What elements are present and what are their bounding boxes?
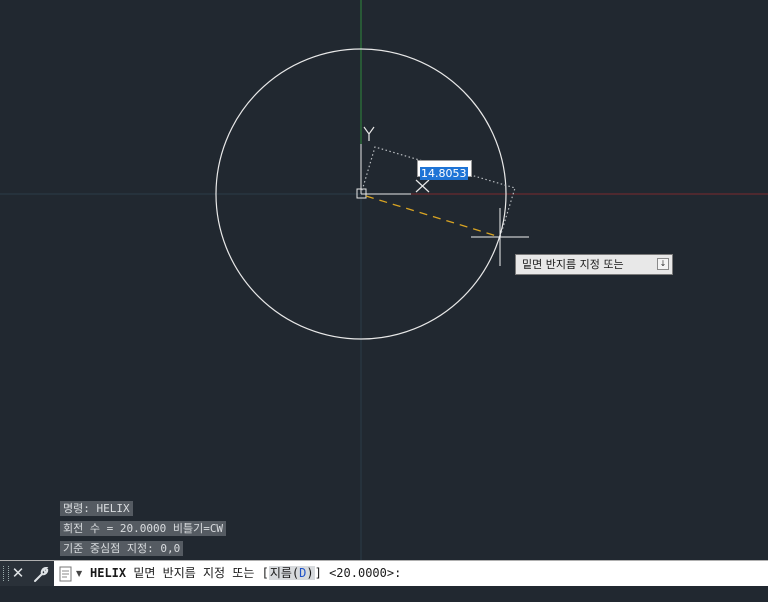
history-line: 명령: HELIX [60,501,133,516]
tooltip-text: 밑면 반지름 지정 또는 [522,258,624,271]
prompt-before: 밑면 반지름 지정 또는 [ [126,566,269,580]
dynamic-input-field[interactable]: 14.8053 [417,160,472,180]
drag-handle-icon[interactable] [3,566,9,581]
option-close: ) [306,566,314,580]
command-prompt-icon[interactable] [58,565,74,583]
dynamic-prompt-tooltip: 밑면 반지름 지정 또는 ↓ [515,254,673,275]
ucs-y-glyph [363,126,375,141]
dynamic-input-value[interactable]: 14.8053 [420,167,468,180]
drawing-canvas[interactable] [0,0,768,560]
history-line: 기준 중심점 지정: 0,0 [60,541,184,556]
chevron-down-icon[interactable]: ▼ [76,565,82,583]
down-arrow-icon[interactable]: ↓ [657,258,669,270]
ucs-x-glyph [415,179,430,193]
wrench-icon[interactable] [32,565,50,583]
command-line-bar[interactable]: ✕ ▼ HELIX 밑면 반지름 지정 또는 [지름(D)] <20.0000>… [0,560,768,586]
command-prompt-text[interactable]: HELIX 밑면 반지름 지정 또는 [지름(D)] <20.0000>: [90,561,401,586]
prompt-after: ] <20.0000>: [314,566,402,580]
close-icon[interactable]: ✕ [11,563,25,583]
command-line-controls: ✕ [0,561,54,586]
command-name: HELIX [90,566,127,580]
radius-rubber-band [365,195,501,238]
history-line: 회전 수 = 20.0000 비틀기=CW [60,521,227,536]
drawing-viewport[interactable]: 14.8053 밑면 반지름 지정 또는 ↓ 명령: HELIX 회전 수 = … [0,0,768,560]
option-label: 지름( [269,566,300,580]
status-strip [0,586,768,602]
option-diameter[interactable]: 지름(D) [268,566,315,580]
